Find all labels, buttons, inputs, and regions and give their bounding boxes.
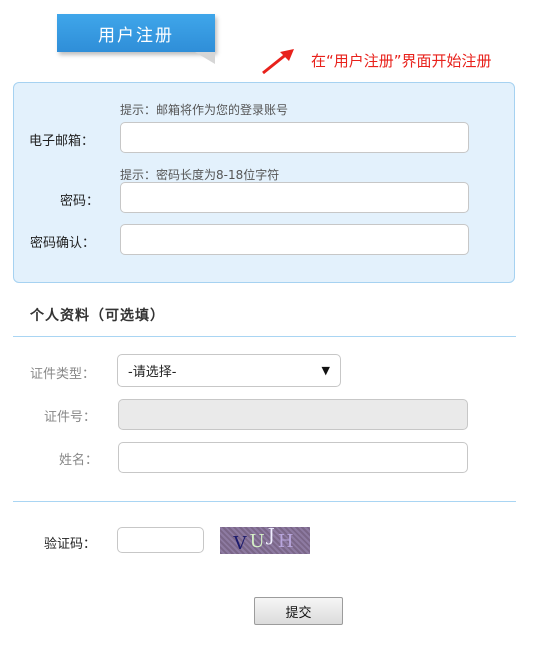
id-type-select[interactable]: -请选择- ▼ bbox=[117, 354, 341, 387]
email-label: 电子邮箱： bbox=[29, 134, 95, 149]
password-hint: 提示：密码长度为8-18位字符 bbox=[120, 168, 280, 182]
name-field[interactable] bbox=[118, 442, 468, 473]
annotation-arrow-icon bbox=[262, 49, 294, 75]
id-type-label: 证件类型： bbox=[30, 367, 96, 382]
captcha-char: H bbox=[277, 531, 297, 552]
password-label: 密码： bbox=[60, 194, 100, 209]
captcha-image[interactable]: V U J H bbox=[220, 527, 310, 554]
optional-section-title: 个人资料（可选填） bbox=[30, 308, 165, 324]
id-number-field[interactable] bbox=[118, 399, 468, 430]
annotation-text: 在“用户注册”界面开始注册 bbox=[311, 52, 492, 70]
captcha-label: 验证码： bbox=[44, 537, 97, 552]
confirm-password-field[interactable] bbox=[120, 224, 469, 255]
name-label: 姓名： bbox=[59, 453, 99, 468]
title-tab-fold bbox=[195, 52, 215, 64]
id-type-selected-value: -请选择- bbox=[128, 365, 177, 380]
captcha-char: U bbox=[249, 531, 268, 552]
captcha-field[interactable] bbox=[117, 527, 204, 553]
submit-button[interactable]: 提交 bbox=[254, 597, 343, 625]
section-divider bbox=[13, 336, 516, 337]
captcha-divider bbox=[13, 501, 516, 502]
page-title-tab: 用户注册 bbox=[57, 14, 215, 52]
password-field[interactable] bbox=[120, 182, 469, 213]
id-number-label: 证件号： bbox=[44, 410, 97, 425]
email-hint: 提示：邮箱将作为您的登录账号 bbox=[120, 103, 289, 117]
captcha-char: V bbox=[233, 533, 250, 554]
confirm-password-label: 密码确认： bbox=[30, 236, 96, 251]
email-field[interactable] bbox=[120, 122, 469, 153]
page-title: 用户注册 bbox=[98, 25, 174, 46]
dropdown-arrow-icon: ▼ bbox=[321, 364, 330, 377]
captcha-char: J bbox=[267, 527, 278, 546]
